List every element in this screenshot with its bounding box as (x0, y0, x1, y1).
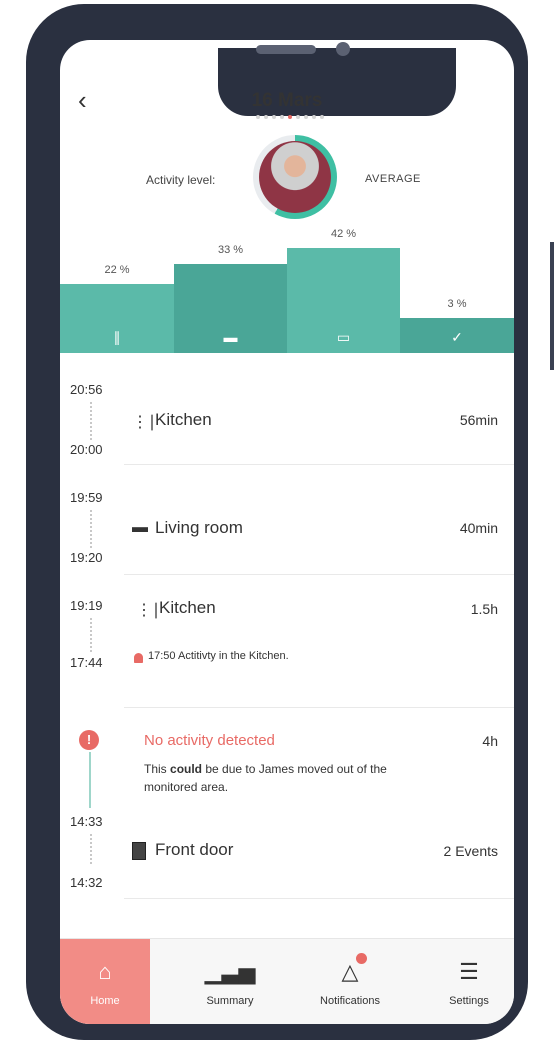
speaker (256, 45, 316, 54)
bar-percent-label: 42 % (330, 228, 357, 240)
time-start: 20:00 (70, 442, 103, 457)
date-pager[interactable] (256, 115, 324, 119)
pager-dot[interactable] (264, 115, 268, 119)
pager-dot[interactable] (272, 115, 276, 119)
time-connector (90, 618, 92, 652)
nav-notifications[interactable]: △ Notifications (300, 939, 400, 1024)
sofa-icon: ▬ (132, 519, 148, 536)
app-screen: ‹ 16 Mars Activity level: AVERAGE 22 % ∥ 3… (60, 40, 514, 1024)
divider (124, 574, 514, 575)
entry-room-name[interactable]: Living room (155, 518, 243, 538)
bar-percent-label: 22 % (104, 263, 130, 276)
pager-dot[interactable] (288, 115, 292, 119)
time-connector (90, 510, 92, 548)
divider (124, 898, 514, 899)
bar-percent-label: 3 % (447, 297, 467, 310)
time-start: 14:32 (70, 875, 103, 890)
pager-dot[interactable] (304, 115, 308, 119)
fork-knife-icon: ⋮∣ (136, 602, 160, 619)
no-activity-duration: 4h (482, 733, 498, 749)
pager-dot[interactable] (296, 115, 300, 119)
time-end: 14:33 (70, 814, 103, 829)
door-icon (132, 842, 146, 860)
pager-dot[interactable] (312, 115, 316, 119)
notification-badge (356, 953, 367, 964)
entry-room-name[interactable]: Kitchen (155, 410, 212, 430)
camera (336, 42, 350, 56)
pager-dot[interactable] (256, 115, 260, 119)
nav-home[interactable]: ⌂ Home (60, 939, 150, 1024)
time-connector (90, 834, 92, 864)
time-end: 19:59 (70, 490, 103, 505)
entry-duration: 56min (459, 412, 498, 428)
pager-dot[interactable] (280, 115, 284, 119)
fork-knife-icon: ∥ (113, 329, 121, 345)
time-connector (90, 402, 92, 440)
menu-icon: ☰ (459, 959, 479, 984)
entry-duration: 40min (459, 520, 498, 536)
side-button (550, 242, 554, 370)
exclamation-icon: ! (79, 730, 99, 750)
bar-chart-icon: ▁▃▅ (204, 959, 256, 984)
activity-level-label: Activity level: (146, 173, 216, 187)
avatar[interactable] (259, 141, 331, 213)
fork-knife-icon: ⋮∣ (132, 414, 156, 431)
inactivity-line (89, 752, 91, 808)
page-title: 16 Mars (251, 90, 323, 111)
toilet-icon: ✓ (451, 329, 463, 345)
bar-percent-label: 33 % (217, 244, 244, 257)
nav-summary[interactable]: ▁▃▅ Summary (180, 939, 280, 1024)
bottom-nav: ⌂ Home ▁▃▅ Summary △ Notifications ☰ Set… (60, 938, 514, 1024)
no-activity-description: This could be due to James moved out of … (144, 762, 387, 794)
event-count: 2 Events (443, 843, 498, 859)
entry-room-name[interactable]: Kitchen (159, 598, 216, 618)
activity-level-value: AVERAGE (365, 173, 421, 185)
time-start: 19:20 (70, 550, 103, 565)
bell-icon (134, 653, 143, 663)
entry-room-name[interactable]: Front door (155, 840, 233, 860)
home-icon: ⌂ (98, 959, 112, 984)
entry-duration: 1.5h (470, 601, 498, 617)
sofa-icon: ▬ (223, 329, 238, 345)
activity-ring (253, 135, 337, 219)
pager-dot[interactable] (320, 115, 324, 119)
activity-alert[interactable]: 17:50 Actitivty in the Kitchen. (148, 650, 289, 662)
divider (124, 707, 514, 708)
nav-settings[interactable]: ☰ Settings (424, 939, 514, 1024)
time-end: 19:19 (70, 598, 103, 613)
bed-icon: ▭ (336, 329, 351, 345)
time-start: 17:44 (70, 655, 103, 670)
time-end: 20:56 (70, 382, 103, 397)
divider (124, 464, 514, 465)
bell-icon: △ (341, 959, 359, 984)
no-activity-title: No activity detected (144, 732, 275, 749)
